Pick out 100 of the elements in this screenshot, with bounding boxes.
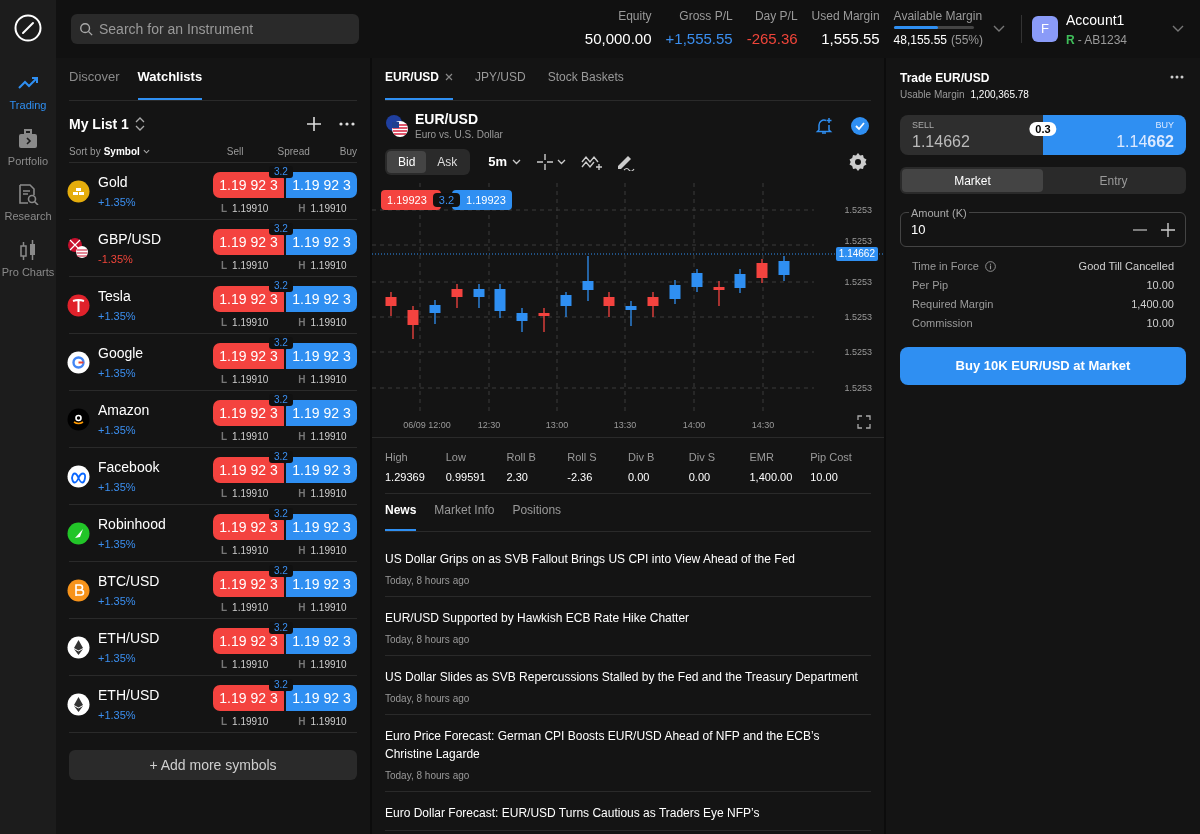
stat-value: 2.30 (506, 469, 529, 485)
watchlist-row[interactable]: BTC/USD +1.35% 1.19 92 3 1.19 92 3 3.2 L 1.19910 H 1.19910 (69, 562, 357, 619)
tab[interactable]: Stock Baskets (547, 68, 624, 100)
account-type: R (1066, 31, 1075, 49)
segment-button[interactable]: Bid (387, 151, 427, 173)
news-headline[interactable]: Euro Dollar Forecast: EUR/USD Turns Cautious as Traders Eye NFP’s (385, 804, 871, 822)
low-value: 1.19910 (232, 259, 269, 273)
tab[interactable]: Positions (512, 501, 562, 531)
news-headline[interactable]: US Dollar Slides as SVB Repercussions Stalled by the Fed and the Treasury Department (385, 668, 871, 686)
spread-badge: 3.2 (432, 193, 461, 207)
high-label: H (298, 601, 306, 615)
buy-label: BUY (1155, 119, 1174, 133)
spread-badge: 3.2 (269, 394, 293, 406)
info-icon[interactable] (984, 261, 996, 272)
stat-label: Available Margin (893, 8, 983, 26)
search-field[interactable]: Search for an Instrument (71, 14, 359, 44)
sort-value: Symbol (103, 145, 140, 159)
column-header: Spread (277, 145, 310, 159)
tab[interactable]: JPY/USD (475, 68, 526, 100)
segment-button[interactable]: Ask (426, 151, 469, 173)
news-headline[interactable]: Euro Price Forecast: German CPI Boosts EUR/USD Ahead of NFP and the ECB’s Christine Lagarde (385, 727, 871, 763)
detail-label: Commission (912, 316, 973, 332)
briefcase-icon (17, 127, 39, 150)
high-value: 1.19910 (310, 373, 347, 387)
change-percent: +1.35% (98, 650, 137, 666)
chevron-icon[interactable] (993, 25, 1005, 33)
detail-label: Time in Force (912, 259, 979, 275)
nav-item[interactable]: Pro Charts (0, 238, 56, 280)
settings-icon[interactable] (849, 153, 867, 171)
watchlist-row[interactable]: Robinhood +1.35% 1.19 92 3 1.19 92 3 3.2 L 1.19910 H 1.19910 (69, 505, 357, 562)
sort-dropdown[interactable]: Sort by Symbol (69, 144, 150, 159)
logo-icon (14, 14, 42, 42)
candlestick (647, 291, 659, 318)
tab[interactable]: Market Info (434, 501, 495, 531)
instrument-name: Gold (98, 172, 129, 192)
low-value: 1.19910 (232, 658, 269, 672)
timeframe-dropdown[interactable]: 5m (488, 152, 522, 172)
nav-item[interactable]: Trading (0, 72, 56, 114)
news-headline[interactable]: EUR/USD Supported by Hawkish ECB Rate Hike Chatter (385, 609, 871, 627)
watchlist-row[interactable]: GBP/USD -1.35% 1.19 92 3 1.19 92 3 3.2 L 1.19910 H 1.19910 (69, 220, 357, 277)
change-percent: +1.35% (98, 422, 137, 438)
watchlist-row[interactable]: Gold +1.35% 1.19 92 3 1.19 92 3 3.2 L 1.19910 H 1.19910 (69, 163, 357, 220)
watchlist-row[interactable]: Facebook +1.35% 1.19 92 3 1.19 92 3 3.2 L 1.19910 H 1.19910 (69, 448, 357, 505)
low-label: L (221, 487, 228, 501)
change-percent: -1.35% (98, 251, 134, 267)
nav-item[interactable]: Research (0, 183, 56, 225)
sort-icon[interactable] (134, 117, 145, 131)
bell-icon[interactable] (815, 117, 833, 135)
list-name[interactable]: My List 1 (69, 113, 129, 135)
close-icon[interactable] (445, 73, 453, 81)
instrument-name: Tesla (98, 286, 132, 306)
high-label: H (298, 259, 306, 273)
more-icon[interactable] (1170, 75, 1184, 79)
watchlist-row[interactable]: ETH/USD +1.35% 1.19 92 3 1.19 92 3 3.2 L 1.19910 H 1.19910 (69, 676, 357, 733)
current-price-tag: 1.14662 (835, 247, 878, 261)
stat-value: 0.00 (688, 469, 712, 485)
amount-input[interactable]: 10 (911, 219, 1031, 240)
high-value: 1.19910 (310, 316, 347, 330)
candlestick (494, 283, 506, 319)
add-symbols-button[interactable]: + Add more symbols (69, 750, 357, 780)
check-icon[interactable] (851, 117, 869, 135)
stat-label: Used Margin (811, 8, 880, 26)
stat-label: Equity (618, 8, 652, 26)
sell-label: SELL (912, 119, 935, 133)
watchlist-row[interactable]: Amazon +1.35% 1.19 92 3 1.19 92 3 3.2 L 1.19910 H 1.19910 (69, 391, 357, 448)
stat-label: EMR (749, 450, 775, 465)
tab[interactable]: News (385, 501, 417, 531)
candlestick (691, 268, 703, 293)
sell-price: 1.14662 (912, 132, 970, 151)
column-header: Buy (339, 145, 357, 159)
stat-value: 0.99591 (445, 469, 487, 485)
expand-icon[interactable] (857, 415, 871, 429)
crosshair-icon[interactable] (537, 154, 568, 170)
buy-price: 1.14662 (1116, 132, 1174, 151)
high-value: 1.19910 (310, 658, 347, 672)
more-icon[interactable] (339, 122, 355, 126)
watchlist-row[interactable]: Tesla +1.35% 1.19 92 3 1.19 92 3 3.2 L 1.19910 H 1.19910 (69, 277, 357, 334)
news-headline[interactable]: US Dollar Grips on as SVB Fallout Brings US CPI into View Ahead of the Fed (385, 550, 871, 568)
watchlist-row[interactable]: ETH/USD +1.35% 1.19 92 3 1.19 92 3 3.2 L 1.19910 H 1.19910 (69, 619, 357, 676)
tab[interactable]: EUR/USD (385, 68, 453, 100)
plus-icon[interactable] (307, 117, 321, 131)
stat-label: Div B (628, 450, 656, 465)
plus-icon[interactable] (1161, 222, 1175, 237)
instrument-description: Euro vs. U.S. Dollar (415, 127, 503, 142)
watchlist-row[interactable]: Google +1.35% 1.19 92 3 1.19 92 3 3.2 L 1.19910 H 1.19910 (69, 334, 357, 391)
axis-label: 13:30 (613, 419, 637, 432)
instrument-name: ETH/USD (98, 628, 161, 648)
high-label: H (298, 487, 306, 501)
candlestick (734, 268, 746, 294)
tab[interactable]: Watchlists (137, 66, 203, 100)
segment-button[interactable]: Market (902, 169, 1043, 192)
search-input[interactable]: Search for an Instrument (99, 18, 351, 40)
pencil-icon[interactable] (615, 153, 636, 171)
chevron-icon[interactable] (1172, 25, 1184, 33)
segment-button[interactable]: Entry (1043, 169, 1184, 192)
detail-value: 10.00 (1146, 278, 1174, 294)
tab[interactable]: Discover (69, 66, 120, 100)
stat-value: -2.36 (567, 469, 594, 485)
nav-item[interactable]: Portfolio (0, 127, 56, 169)
stat-label: Gross P/L (679, 8, 733, 26)
